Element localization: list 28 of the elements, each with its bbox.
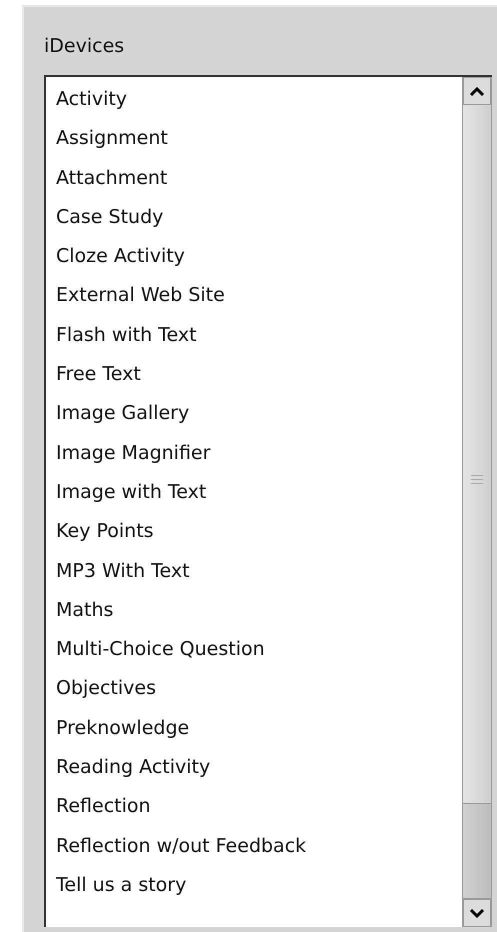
list-item[interactable]: Image with Text (46, 472, 462, 512)
list-item[interactable]: Assignment (46, 119, 462, 159)
list-item[interactable]: Reflection (46, 787, 462, 827)
list-item[interactable]: Image Gallery (46, 394, 462, 434)
list-item[interactable]: Case Study (46, 198, 462, 238)
list-item[interactable]: Reflection w/out Feedback (46, 826, 462, 866)
list-item[interactable]: Attachment (46, 158, 462, 198)
list-item[interactable]: Cloze Activity (46, 237, 462, 276)
list-item[interactable]: Image Magnifier (46, 434, 462, 473)
list-item[interactable]: Maths (46, 590, 462, 630)
down-caret-icon (470, 908, 484, 918)
list-item[interactable]: Activity (46, 80, 462, 120)
list-item[interactable]: Objectives (46, 669, 462, 709)
grip-icon (471, 475, 483, 484)
list-item[interactable]: Free Text (46, 355, 462, 394)
list-item[interactable]: Tell us a story (46, 866, 462, 906)
list-item[interactable]: Reading Activity (46, 748, 462, 788)
panel-title: iDevices (44, 35, 126, 59)
scroll-up-button[interactable] (463, 77, 491, 105)
list-item[interactable]: MP3 With Text (46, 552, 462, 591)
list-item[interactable]: External Web Site (46, 276, 462, 316)
scroll-down-button[interactable] (463, 899, 491, 927)
up-caret-icon (470, 86, 484, 96)
list-item[interactable]: Preknowledge (46, 708, 462, 748)
list-item[interactable]: Key Points (46, 512, 462, 552)
list-item[interactable]: Flash with Text (46, 316, 462, 356)
list-item[interactable]: Multi-Choice Question (46, 630, 462, 670)
scroll-thumb[interactable] (463, 803, 491, 899)
